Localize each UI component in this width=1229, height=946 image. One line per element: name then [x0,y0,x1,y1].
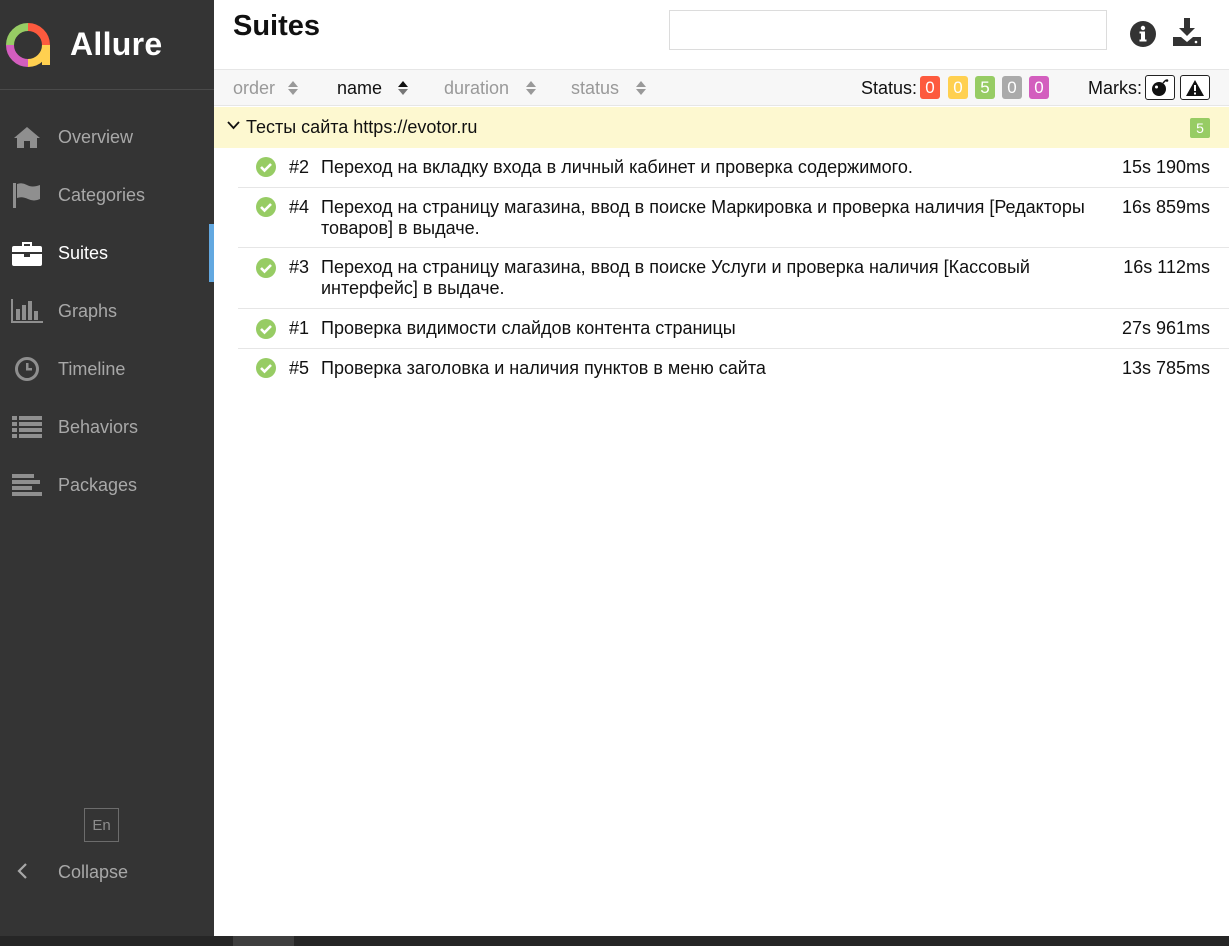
test-row[interactable]: #4 Переход на страницу магазина, ввод в … [238,188,1229,248]
suite-passed-count-badge: 5 [1190,118,1210,138]
test-number: #3 [289,257,310,277]
sidebar-item-overview[interactable]: Overview [0,108,214,166]
search-input[interactable] [669,10,1107,50]
sort-by-order[interactable]: order [233,70,299,106]
test-name: Переход на вкладку входа в личный кабине… [321,157,913,177]
sort-by-duration[interactable]: duration [444,70,537,106]
sidebar-item-label: Categories [58,184,146,205]
test-duration: 27s 961ms [1121,318,1210,338]
test-duration: 16s 112ms [1123,257,1210,277]
test-name: Переход на страницу магазина, ввод в пои… [321,197,1085,238]
horizontal-scrollbar[interactable] [0,936,1229,946]
test-name: Переход на страницу магазина, ввод в пои… [321,257,1030,298]
sort-label: status [571,77,620,98]
clock-icon [11,353,43,385]
sidebar-item-label: Behaviors [58,416,139,437]
test-name: Проверка видимости слайдов контента стра… [321,318,736,338]
sidebar-item-categories[interactable]: Categories [0,166,214,224]
passed-check-icon [256,157,276,177]
passed-check-icon [256,319,276,339]
flag-icon [11,179,43,211]
sort-label: name [337,77,383,98]
passed-check-icon [256,258,276,278]
sort-icon [526,81,537,95]
marks-filter-label: Marks: [1088,78,1142,98]
sort-toolbar: order name duration status Status: 0 0 5… [214,69,1229,106]
sidebar-item-packages[interactable]: Packages [0,456,214,514]
test-duration: 16s 859ms [1121,197,1210,217]
sidebar-item-label: Timeline [58,358,126,379]
new-failed-mark-button[interactable] [1180,75,1210,100]
status-skipped-badge[interactable]: 0 [1002,76,1022,99]
sidebar-item-label: Overview [58,126,134,147]
sidebar-nav: Overview Categories Suites Graphs Timeli… [0,108,214,514]
main-content: Suites order name duration status Status [214,0,1229,936]
status-passed-badge[interactable]: 5 [975,76,995,99]
status-filter-label: Status: [861,78,918,98]
page-title: Suites [233,10,321,42]
warning-icon [1186,79,1204,96]
sidebar-item-behaviors[interactable]: Behaviors [0,398,214,456]
collapse-label: Collapse [58,861,129,882]
test-number: #5 [289,358,310,378]
home-icon [11,121,43,153]
collapse-button[interactable]: Collapse [0,850,214,894]
test-row[interactable]: #3 Переход на страницу магазина, ввод в … [238,248,1229,309]
chevron-left-icon [16,862,30,885]
sidebar-item-suites[interactable]: Suites [0,224,214,282]
sort-by-status[interactable]: status [571,70,647,106]
status-failed-badge[interactable]: 0 [920,76,940,99]
status-broken-badge[interactable]: 0 [948,76,968,99]
app-name: Allure [70,26,163,62]
brand[interactable]: Allure [0,0,214,90]
test-row[interactable]: #1 Проверка видимости слайдов контента с… [238,309,1229,349]
sidebar-item-label: Packages [58,474,138,495]
bar-chart-icon [11,295,43,327]
sort-by-name[interactable]: name [337,70,409,106]
sidebar-item-timeline[interactable]: Timeline [0,340,214,398]
sidebar-item-label: Suites [58,242,109,263]
scrollbar-thumb[interactable] [233,936,294,946]
passed-check-icon [256,197,276,217]
sort-label: order [233,77,276,98]
test-row[interactable]: #5 Проверка заголовка и наличия пунктов … [238,349,1229,389]
sidebar-item-graphs[interactable]: Graphs [0,282,214,340]
test-row[interactable]: #2 Переход на вкладку входа в личный каб… [238,148,1229,188]
suite-group-name: Тесты сайта https://evotor.ru [246,117,478,137]
list-icon [11,411,43,443]
test-duration: 13s 785ms [1121,358,1210,378]
sort-icon [636,81,647,95]
test-number: #2 [289,157,310,177]
suite-group-row[interactable]: Тесты сайта https://evotor.ru 5 [214,107,1229,148]
flaky-mark-button[interactable] [1145,75,1175,100]
bomb-icon [1152,78,1169,96]
test-name: Проверка заголовка и наличия пунктов в м… [321,358,766,378]
sidebar: Allure Overview Categories Suites Graphs [0,0,214,936]
sort-icon [288,81,299,95]
sort-label: duration [444,77,510,98]
info-icon[interactable] [1129,20,1157,48]
allure-logo-icon [6,22,50,67]
language-button[interactable]: En [84,808,119,842]
status-unknown-badge[interactable]: 0 [1029,76,1049,99]
sidebar-item-label: Graphs [58,300,118,321]
sort-asc-icon [398,81,409,95]
test-number: #4 [289,197,310,217]
download-icon[interactable] [1172,17,1202,47]
align-left-icon [11,469,43,501]
test-duration: 15s 190ms [1121,157,1210,177]
briefcase-icon [11,237,43,269]
test-number: #1 [289,318,310,338]
chevron-down-icon [227,121,240,130]
passed-check-icon [256,358,276,378]
